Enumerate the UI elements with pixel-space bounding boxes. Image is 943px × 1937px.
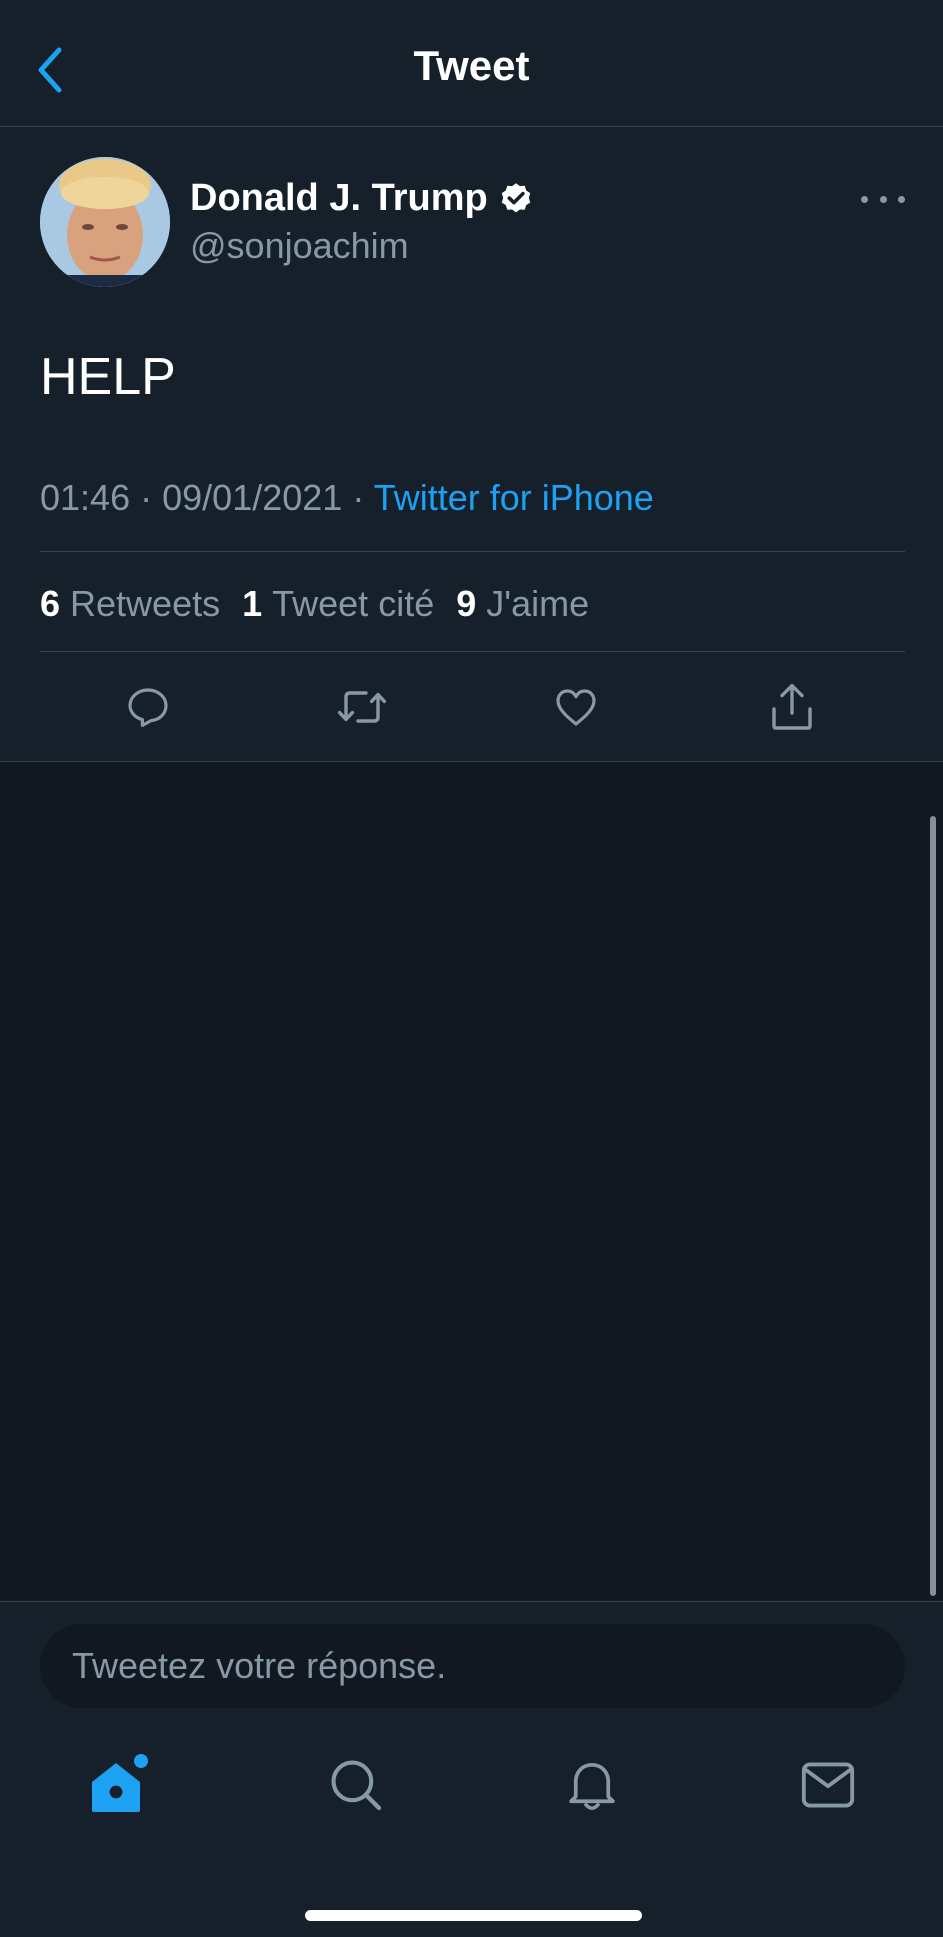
- reply-icon: [128, 688, 168, 727]
- tab-home[interactable]: [84, 1750, 154, 1820]
- tweet-meta: 01:46 · 09/01/2021 · Twitter for iPhone: [40, 477, 654, 519]
- reply-button[interactable]: [118, 677, 178, 737]
- quotes-label: Tweet cité: [272, 583, 435, 624]
- divider: [40, 651, 905, 652]
- tweet-text: HELP: [40, 348, 176, 406]
- retweet-button[interactable]: [332, 677, 392, 737]
- quotes-count: 1: [242, 583, 263, 624]
- tweet-source-link[interactable]: Twitter for iPhone: [374, 477, 654, 518]
- page-title: Tweet: [413, 42, 530, 89]
- tweet-detail: Donald J. Trump @sonjoachim HELP 01:46 ·…: [0, 127, 943, 762]
- display-name-text: Donald J. Trump: [190, 177, 488, 219]
- bottom-bar: Tweetez votre réponse.: [0, 1601, 943, 1937]
- scrollbar[interactable]: [930, 816, 936, 1596]
- search-icon: [331, 1760, 382, 1811]
- tab-notifications[interactable]: [557, 1750, 627, 1820]
- avatar[interactable]: [40, 157, 170, 287]
- tab-search[interactable]: [321, 1750, 391, 1820]
- notifications-icon: [569, 1762, 615, 1811]
- tweet-date: 09/01/2021: [162, 477, 343, 518]
- likes-stat[interactable]: 9 J'aime: [456, 583, 589, 625]
- tab-messages[interactable]: [793, 1750, 863, 1820]
- author-handle[interactable]: @sonjoachim: [190, 225, 409, 267]
- reply-input[interactable]: Tweetez votre réponse.: [40, 1624, 905, 1708]
- messages-icon: [801, 1762, 855, 1808]
- meta-separator: ·: [352, 477, 365, 518]
- retweets-label: Retweets: [70, 583, 221, 624]
- more-dot: [861, 195, 868, 203]
- share-icon: [772, 683, 812, 730]
- quotes-stat[interactable]: 1 Tweet cité: [242, 583, 434, 625]
- page: Tweet Donald J. Trump @sonjoachim HELP 0…: [0, 0, 943, 1937]
- more-dot: [898, 195, 905, 203]
- retweet-icon: [337, 691, 387, 723]
- tweet-actions: [0, 667, 943, 747]
- like-icon: [556, 689, 596, 726]
- author-name[interactable]: Donald J. Trump: [190, 177, 534, 220]
- verified-badge-icon: [501, 182, 530, 212]
- tweet-stats: 6 Retweets 1 Tweet cité 9 J'aime: [40, 583, 589, 625]
- likes-label: J'aime: [486, 583, 590, 624]
- tweet-time: 01:46: [40, 477, 131, 518]
- more-options-button[interactable]: [861, 187, 905, 211]
- avatar-image: [40, 157, 170, 287]
- more-dot: [879, 195, 887, 203]
- home-icon: [92, 1754, 148, 1812]
- likes-count: 9: [456, 583, 477, 624]
- divider: [40, 551, 905, 552]
- retweets-stat[interactable]: 6 Retweets: [40, 583, 220, 625]
- retweets-count: 6: [40, 583, 61, 624]
- home-indicator[interactable]: [305, 1910, 642, 1921]
- meta-separator: ·: [140, 477, 153, 518]
- top-bar: Tweet: [0, 0, 943, 127]
- like-button[interactable]: [546, 677, 606, 737]
- share-button[interactable]: [762, 677, 822, 737]
